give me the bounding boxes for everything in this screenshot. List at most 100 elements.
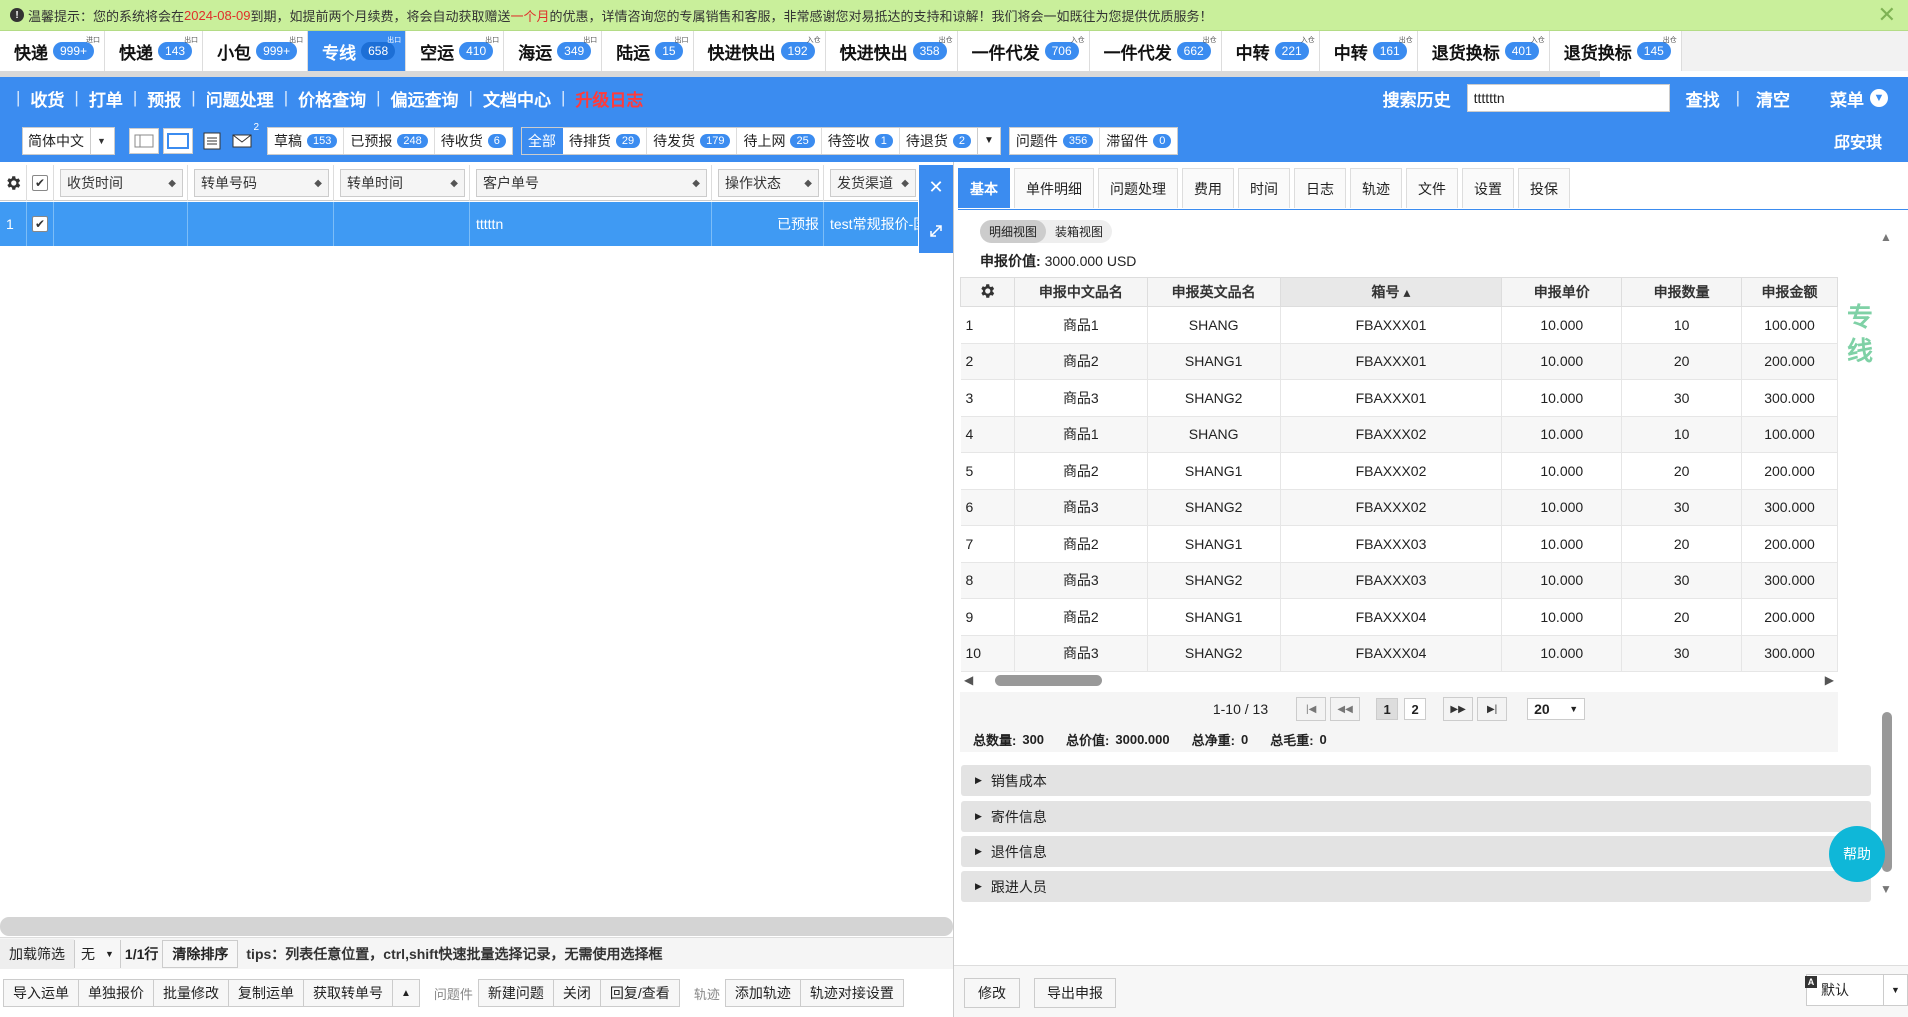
add-track-button[interactable]: 添加轨迹 — [724, 979, 800, 1007]
new-problem-button[interactable]: 新建问题 — [477, 979, 553, 1007]
detail-tab[interactable]: 基本 — [958, 168, 1010, 208]
column-header-en-name[interactable]: 申报英文品名 — [1146, 277, 1281, 307]
status-filter[interactable]: 问题件 356 — [1010, 127, 1101, 154]
module-tab[interactable]: 空运 410 出口 — [406, 31, 505, 71]
batch-edit-button[interactable]: 批量修改 — [153, 979, 228, 1007]
nav-item-print[interactable]: 打单 — [89, 86, 123, 111]
import-waybill-button[interactable]: 导入运单 — [3, 979, 78, 1007]
find-button[interactable]: 查找 — [1686, 86, 1720, 111]
nav-item-receive[interactable]: 收货 — [30, 86, 64, 111]
status-filter[interactable]: 待发货 179 — [647, 127, 738, 154]
table-row[interactable]: 2 商品2 SHANG1 FBAXXX01 10.000 20 200.000 — [960, 343, 1838, 380]
close-problem-button[interactable]: 关闭 — [552, 979, 600, 1007]
column-header-amount[interactable]: 申报金额 — [1741, 277, 1838, 307]
scroll-down-icon[interactable]: ▼ — [1880, 882, 1892, 896]
detail-tab[interactable]: 轨迹 — [1350, 168, 1402, 208]
reply-view-button[interactable]: 回复/查看 — [599, 979, 680, 1007]
module-tab[interactable]: 海运 349 出口 — [504, 31, 603, 71]
module-tab[interactable]: 中转 161 出仓 — [1319, 31, 1418, 71]
status-filter[interactable]: 草稿 153 — [268, 127, 345, 154]
status-filter[interactable]: 全部 — [521, 127, 563, 154]
search-input[interactable] — [1466, 84, 1670, 112]
table-row[interactable]: 3 商品3 SHANG2 FBAXXX01 10.000 30 300.000 — [960, 379, 1838, 417]
module-tab[interactable]: 陆运 15 出口 — [602, 31, 694, 71]
accordion-followers[interactable]: ▶ 跟进人员 — [961, 871, 1871, 902]
page-button-1[interactable]: 1 — [1376, 698, 1399, 720]
mail-icon[interactable]: 2 — [229, 121, 263, 154]
column-header-box-no[interactable]: 箱号 ▴ — [1279, 277, 1503, 307]
prev-page-icon[interactable]: ◀◀ — [1330, 697, 1361, 721]
filter-select[interactable]: 无 ▼ — [74, 939, 121, 968]
panel-divider[interactable] — [953, 162, 954, 1017]
edit-button[interactable]: 修改 — [964, 978, 1020, 1008]
table-row[interactable]: 10 商品3 SHANG2 FBAXXX04 10.000 30 300.000 — [960, 635, 1838, 672]
packing-view-toggle[interactable]: 装箱视图 — [1046, 220, 1112, 243]
table-row[interactable]: 7 商品2 SHANG1 FBAXXX03 10.000 20 200.000 — [960, 525, 1838, 563]
get-transfer-no-button[interactable]: 获取转单号 — [303, 979, 392, 1007]
module-tab[interactable]: 一件代发 662 出仓 — [1089, 31, 1222, 71]
scroll-left-icon[interactable]: ◀ — [964, 673, 973, 687]
list-icon[interactable] — [197, 128, 227, 154]
accordion-sender-info[interactable]: ▶ 寄件信息 — [961, 801, 1871, 832]
page-button-2[interactable]: 2 — [1404, 698, 1427, 720]
table-row[interactable]: 1 商品1 SHANG FBAXXX01 10.000 10 100.000 — [960, 306, 1838, 344]
menu-button[interactable]: 菜单 ▼ — [1830, 86, 1888, 111]
detail-tab[interactable]: 投保 — [1518, 168, 1570, 208]
search-history-link[interactable]: 搜索历史 — [1383, 86, 1451, 111]
module-tab[interactable]: 快递 999+ 进口 — [0, 31, 106, 71]
close-icon[interactable]: ✕ — [1878, 2, 1896, 28]
next-page-icon[interactable]: ▶▶ — [1443, 697, 1474, 721]
close-icon[interactable]: ✕ — [919, 165, 953, 209]
scroll-right-icon[interactable]: ▶ — [1825, 673, 1834, 687]
detail-horizontal-scrollbar[interactable]: ◀ ▶ — [960, 670, 1838, 690]
user-name[interactable]: 邱安琪 — [1834, 129, 1882, 153]
page-size-select[interactable]: 20 ▼ — [1527, 698, 1586, 720]
grid-horizontal-scrollbar[interactable] — [0, 917, 953, 936]
table-row[interactable]: 5 商品2 SHANG1 FBAXXX02 10.000 20 200.000 — [960, 452, 1838, 490]
column-header-unit-price[interactable]: 申报单价 — [1501, 277, 1623, 307]
module-tab[interactable]: 专线 658 出口 — [308, 31, 407, 71]
module-tab[interactable]: 小包 999+ 出口 — [203, 31, 309, 71]
scrollbar-thumb[interactable] — [995, 675, 1102, 686]
table-row[interactable]: 8 商品3 SHANG2 FBAXXX03 10.000 30 300.000 — [960, 562, 1838, 599]
load-filter-button[interactable]: 加载筛选 — [0, 938, 74, 969]
accordion-sales-cost[interactable]: ▶ 销售成本 — [961, 765, 1871, 796]
detail-tab[interactable]: 费用 — [1182, 168, 1234, 208]
track-integration-button[interactable]: 轨迹对接设置 — [799, 979, 904, 1007]
table-row[interactable]: 9 商品2 SHANG1 FBAXXX04 10.000 20 200.000 — [960, 598, 1838, 636]
status-filter[interactable]: 待退货 2 — [900, 128, 977, 154]
clear-button[interactable]: 清空 — [1756, 86, 1790, 111]
status-filter[interactable]: 待排货 29 — [563, 127, 648, 154]
more-status-dropdown[interactable]: ▼ — [976, 126, 1001, 155]
accordion-return-info[interactable]: ▶ 退件信息 — [961, 836, 1871, 867]
detail-tab[interactable]: 日志 — [1294, 168, 1346, 208]
table-settings-header[interactable] — [960, 277, 1015, 307]
module-tab[interactable]: 中转 221 入仓 — [1221, 31, 1320, 71]
status-filter[interactable]: 滞留件 0 — [1100, 128, 1177, 154]
column-header-transfer-time[interactable]: 转单时间 ◆ — [334, 165, 470, 201]
row-checkbox[interactable]: ✔ — [27, 202, 54, 246]
layout-full-icon[interactable] — [163, 127, 193, 154]
column-header-customer-no[interactable]: 客户单号 ◆ — [470, 165, 712, 201]
language-select[interactable]: 简体中文 ▼ — [22, 126, 115, 155]
help-button[interactable]: 帮助 — [1829, 826, 1885, 882]
column-header-cn-name[interactable]: 申报中文品名 — [1013, 277, 1148, 307]
detail-tab[interactable]: 单件明细 — [1014, 168, 1094, 208]
table-row[interactable]: 1 ✔ tttttn 已预报 test常规报价-国 — [0, 202, 953, 246]
module-tab[interactable]: 快递 143 出口 — [105, 31, 204, 71]
status-filter[interactable]: 待收货 6 — [435, 128, 512, 154]
detail-view-toggle[interactable]: 明细视图 — [980, 220, 1047, 243]
detail-tab[interactable]: 文件 — [1406, 168, 1458, 208]
status-filter[interactable]: 已预报 248 — [344, 127, 435, 154]
chevron-up-icon[interactable]: ▲ — [392, 979, 420, 1007]
column-header-status[interactable]: 操作状态 ◆ — [712, 165, 824, 201]
detail-vertical-scrollbar[interactable]: ▲ ▼ — [1876, 230, 1896, 900]
column-header-transfer-no[interactable]: 转单号码 ◆ — [188, 165, 334, 201]
detail-tab[interactable]: 设置 — [1462, 168, 1514, 208]
export-declaration-button[interactable]: 导出申报 — [1034, 978, 1116, 1008]
detail-tab[interactable]: 问题处理 — [1098, 168, 1178, 208]
scroll-up-icon[interactable]: ▲ — [1880, 230, 1892, 244]
column-header-channel[interactable]: 发货渠道 ◆ — [824, 165, 920, 201]
module-tab[interactable]: 退货换标 145 出仓 — [1549, 31, 1682, 71]
column-header-receive-time[interactable]: 收货时间 ◆ — [54, 165, 188, 201]
